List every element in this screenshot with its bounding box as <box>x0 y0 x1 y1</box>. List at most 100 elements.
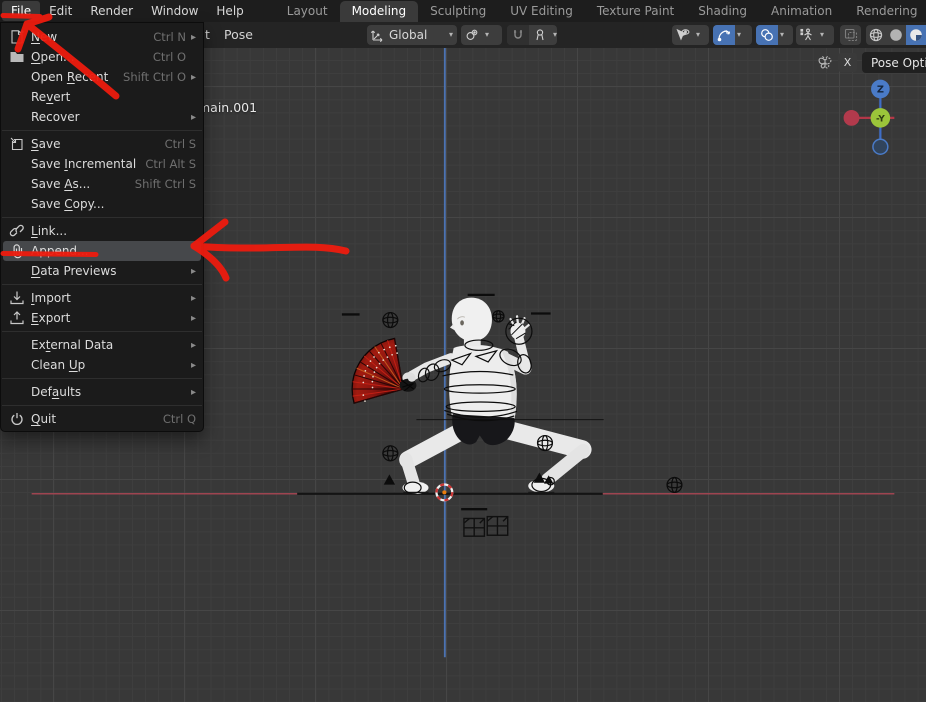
edit-menu-button[interactable]: Edit <box>40 1 81 21</box>
menu-item-label: New <box>31 30 145 44</box>
menu-item-save-as[interactable]: Save As... Shift Ctrl S <box>1 174 203 194</box>
orientation-axes-icon <box>367 25 389 45</box>
shortcut-label: Ctrl Q <box>163 412 196 426</box>
render-menu-button[interactable]: Render <box>81 1 142 21</box>
submenu-arrow-icon: ▸ <box>186 112 196 123</box>
tab-shading[interactable]: Shading <box>686 1 759 22</box>
tab-texture-paint[interactable]: Texture Paint <box>585 1 686 22</box>
tab-sculpting[interactable]: Sculpting <box>418 1 498 22</box>
submenu-arrow-icon: ▸ <box>186 293 196 304</box>
selectability-visibility-dropdown[interactable]: ▾ <box>672 25 709 45</box>
chevron-down-icon: ▾ <box>778 31 786 39</box>
menu-item-save-copy[interactable]: Save Copy... <box>1 194 203 214</box>
blender-window: Z -Y main.001 X Pose Optio File <box>0 0 926 702</box>
help-menu-button[interactable]: Help <box>207 1 252 21</box>
solid-shading-button[interactable] <box>886 25 906 45</box>
tab-animation[interactable]: Animation <box>759 1 844 22</box>
submenu-arrow-icon: ▸ <box>186 32 196 43</box>
gizmo-front-label: -Y <box>876 115 885 125</box>
chevron-down-icon: ▾ <box>483 31 491 39</box>
menu-item-export[interactable]: Export ▸ <box>1 308 203 328</box>
cursor-eye-icon <box>672 25 694 45</box>
menu-item-open-recent[interactable]: Open Recent Shift Ctrl O ▸ <box>1 67 203 87</box>
menu-item-label: Save Copy... <box>31 197 196 211</box>
submenu-arrow-icon: ▸ <box>186 340 196 351</box>
menu-item-label: Clean Up <box>31 358 186 372</box>
menu-item-label: Import <box>31 291 186 305</box>
chevron-down-icon: ▾ <box>735 31 743 39</box>
menu-item-recover[interactable]: Recover ▸ <box>1 107 203 127</box>
snap-settings-dropdown[interactable]: ▾ <box>461 25 502 45</box>
link-icon <box>9 223 31 239</box>
mirror-butterfly-icon[interactable] <box>817 55 833 71</box>
shortcut-label: Shift Ctrl O <box>123 70 186 84</box>
navigation-gizmo[interactable]: Z -Y <box>844 80 895 155</box>
proportional-edit-group: ▾ <box>507 25 557 45</box>
tab-rendering[interactable]: Rendering <box>844 1 926 22</box>
menu-item-label: Append... <box>31 244 196 258</box>
overlays-toggle-button[interactable] <box>756 25 778 45</box>
file-menu-button[interactable]: File <box>2 1 40 21</box>
shortcut-label: Ctrl O <box>153 50 186 64</box>
shading-mode-group <box>866 25 926 45</box>
menu-item-clean-up[interactable]: Clean Up ▸ <box>1 355 203 375</box>
proportional-falloff-icon[interactable] <box>529 25 551 45</box>
window-menu-button[interactable]: Window <box>142 1 207 21</box>
gizmos-toggle-group: ▾ <box>713 25 752 45</box>
menu-item-new[interactable]: New Ctrl N ▸ <box>1 27 203 47</box>
menu-item-link[interactable]: Link... <box>1 221 203 241</box>
menu-separator <box>2 130 202 131</box>
gizmo-x-neg-ball[interactable] <box>844 110 860 126</box>
menu-item-append[interactable]: Append... <box>3 241 201 261</box>
gizmo-z-neg-ball[interactable] <box>873 139 888 154</box>
shortcut-label: Shift Ctrl S <box>135 177 196 191</box>
snap-magnet-icon[interactable] <box>507 25 529 45</box>
xray-pose-dropdown[interactable]: ▾ <box>796 25 834 45</box>
menu-item-label: Link... <box>31 224 196 238</box>
menu-separator <box>2 405 202 406</box>
menu-item-label: Save Incremental <box>31 157 137 171</box>
menu-item-quit[interactable]: Quit Ctrl Q <box>1 409 203 429</box>
submenu-arrow-icon: ▸ <box>186 72 196 83</box>
menu-item-defaults[interactable]: Defaults ▸ <box>1 382 203 402</box>
tab-layout[interactable]: Layout <box>275 1 340 22</box>
menu-item-label: Export <box>31 311 186 325</box>
overlays-toggle-group: ▾ <box>756 25 793 45</box>
menu-item-open[interactable]: Open... Ctrl O <box>1 47 203 67</box>
menu-item-external-data[interactable]: External Data ▸ <box>1 335 203 355</box>
menu-item-label: External Data <box>31 338 186 352</box>
submenu-arrow-icon: ▸ <box>186 266 196 277</box>
menu-item-revert[interactable]: Revert <box>1 87 203 107</box>
menu-item-data-previews[interactable]: Data Previews ▸ <box>1 261 203 281</box>
menu-item-import[interactable]: Import ▸ <box>1 288 203 308</box>
paperclip-icon <box>9 243 31 259</box>
submenu-arrow-icon: ▸ <box>186 313 196 324</box>
toggle-xray-button[interactable] <box>840 25 861 45</box>
tab-modeling[interactable]: Modeling <box>340 1 419 22</box>
menu-item-label: Open... <box>31 50 145 64</box>
menu-item-save-incremental[interactable]: Save Incremental Ctrl Alt S <box>1 154 203 174</box>
gizmo-z-label: Z <box>877 85 884 96</box>
pose-options-dropdown[interactable]: Pose Optio <box>862 52 926 73</box>
submenu-arrow-icon: ▸ <box>186 360 196 371</box>
menu-item-label: Save As... <box>31 177 127 191</box>
armature-xray-icon <box>796 25 818 45</box>
menu-item-label: Defaults <box>31 385 186 399</box>
chevron-down-icon: ▾ <box>551 31 557 39</box>
select-menu-partial[interactable]: t <box>205 27 210 42</box>
character-model[interactable] <box>402 298 583 494</box>
export-icon <box>9 310 31 326</box>
menu-separator <box>2 217 202 218</box>
tab-uv-editing[interactable]: UV Editing <box>498 1 585 22</box>
material-preview-button[interactable] <box>906 25 926 45</box>
menu-item-label: Revert <box>31 90 196 104</box>
transform-orientation-dropdown[interactable]: Global ▾ <box>367 25 457 45</box>
menu-item-save[interactable]: Save Ctrl S <box>1 134 203 154</box>
mirror-x-button[interactable]: X <box>838 53 857 72</box>
chevron-down-icon: ▾ <box>447 31 457 39</box>
power-icon <box>9 411 31 427</box>
gizmos-toggle-button[interactable] <box>713 25 735 45</box>
pose-menu[interactable]: Pose <box>224 27 253 42</box>
menu-item-label: Quit <box>31 412 155 426</box>
wireframe-shading-button[interactable] <box>866 25 886 45</box>
